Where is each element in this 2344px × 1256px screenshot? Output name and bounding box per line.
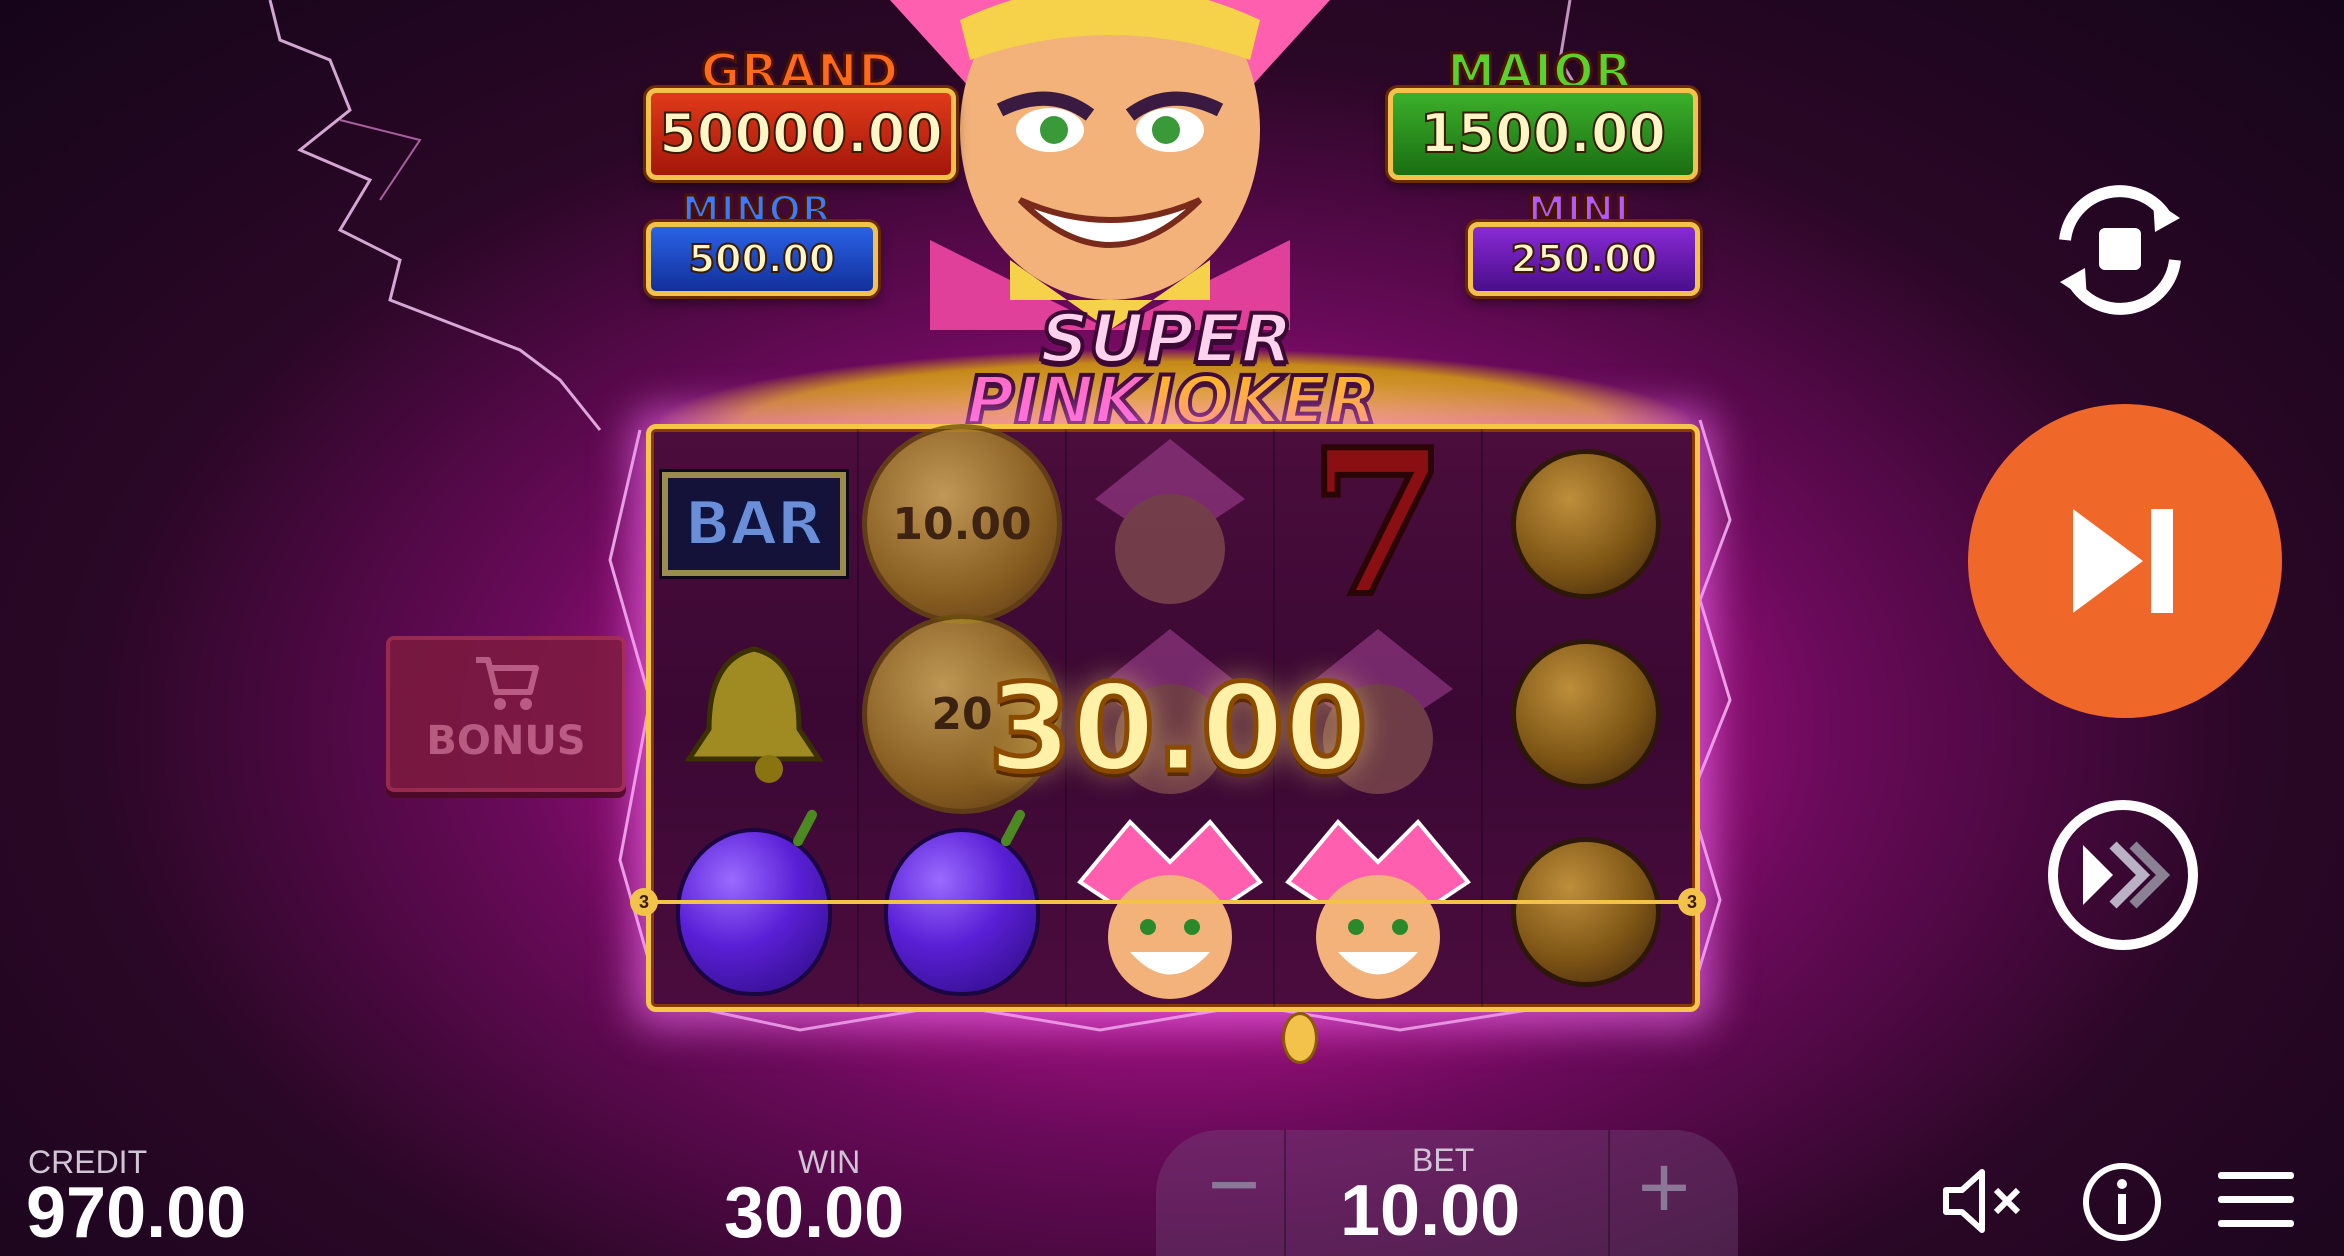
orange-symbol — [1511, 837, 1661, 987]
orange-symbol — [1511, 639, 1661, 789]
bet-panel: − BET 10.00 + — [1156, 1130, 1738, 1256]
bell-symbol — [651, 619, 857, 809]
reel-5 — [1483, 429, 1689, 1007]
grand-value: 50000.00 — [646, 88, 956, 180]
autoplay-button[interactable] — [2030, 170, 2210, 330]
bar-symbol: BAR — [659, 469, 849, 579]
bet-value: 10.00 — [1340, 1171, 1521, 1251]
bell-icon — [684, 646, 824, 783]
joker-symbol-win — [1275, 817, 1481, 1007]
coin-symbol: 10.00 — [862, 424, 1062, 624]
major-value: 1500.00 — [1388, 88, 1698, 180]
orange-symbol — [1511, 449, 1661, 599]
minor-value: 500.00 — [646, 222, 878, 296]
plum-symbol — [884, 828, 1040, 996]
bonus-buy-button[interactable]: BONUS — [386, 636, 626, 792]
joker-symbol-win — [1067, 817, 1273, 1007]
info-icon[interactable] — [2080, 1160, 2164, 1244]
win-overlay: 30.00 — [986, 658, 1371, 802]
payline-badge-right: 3 — [1678, 888, 1706, 916]
fast-forward-icon — [2083, 841, 2171, 909]
bet-decrease-button[interactable]: − — [1184, 1130, 1284, 1256]
joker-face-icon — [1095, 439, 1245, 604]
spin-button[interactable] — [1968, 404, 2282, 718]
bonus-label: BONUS — [426, 718, 586, 764]
cart-icon — [476, 657, 539, 710]
divider — [1608, 1130, 1610, 1256]
coin-drop-icon — [1282, 1012, 1318, 1064]
divider — [1284, 1130, 1286, 1256]
bet-increase-button[interactable]: + — [1614, 1130, 1714, 1256]
joker-face-icon — [1077, 819, 1263, 999]
win-value: 30.00 — [724, 1173, 905, 1253]
mini-value: 250.00 — [1468, 222, 1700, 296]
payline-badge-left: 3 — [630, 888, 658, 916]
joker-symbol — [1067, 429, 1273, 619]
reel-1: BAR — [651, 429, 859, 1007]
autoplay-icon — [2059, 185, 2181, 315]
turbo-button[interactable] — [2048, 800, 2198, 950]
joker-face-icon — [1285, 819, 1471, 999]
credit-value: 970.00 — [26, 1173, 247, 1253]
plum-symbol — [676, 828, 832, 996]
menu-icon[interactable] — [2216, 1168, 2296, 1232]
play-skip-icon — [2073, 509, 2173, 613]
seven-symbol: 7 — [1305, 406, 1450, 641]
payline — [646, 900, 1690, 904]
sound-off-icon[interactable] — [1940, 1166, 2030, 1236]
